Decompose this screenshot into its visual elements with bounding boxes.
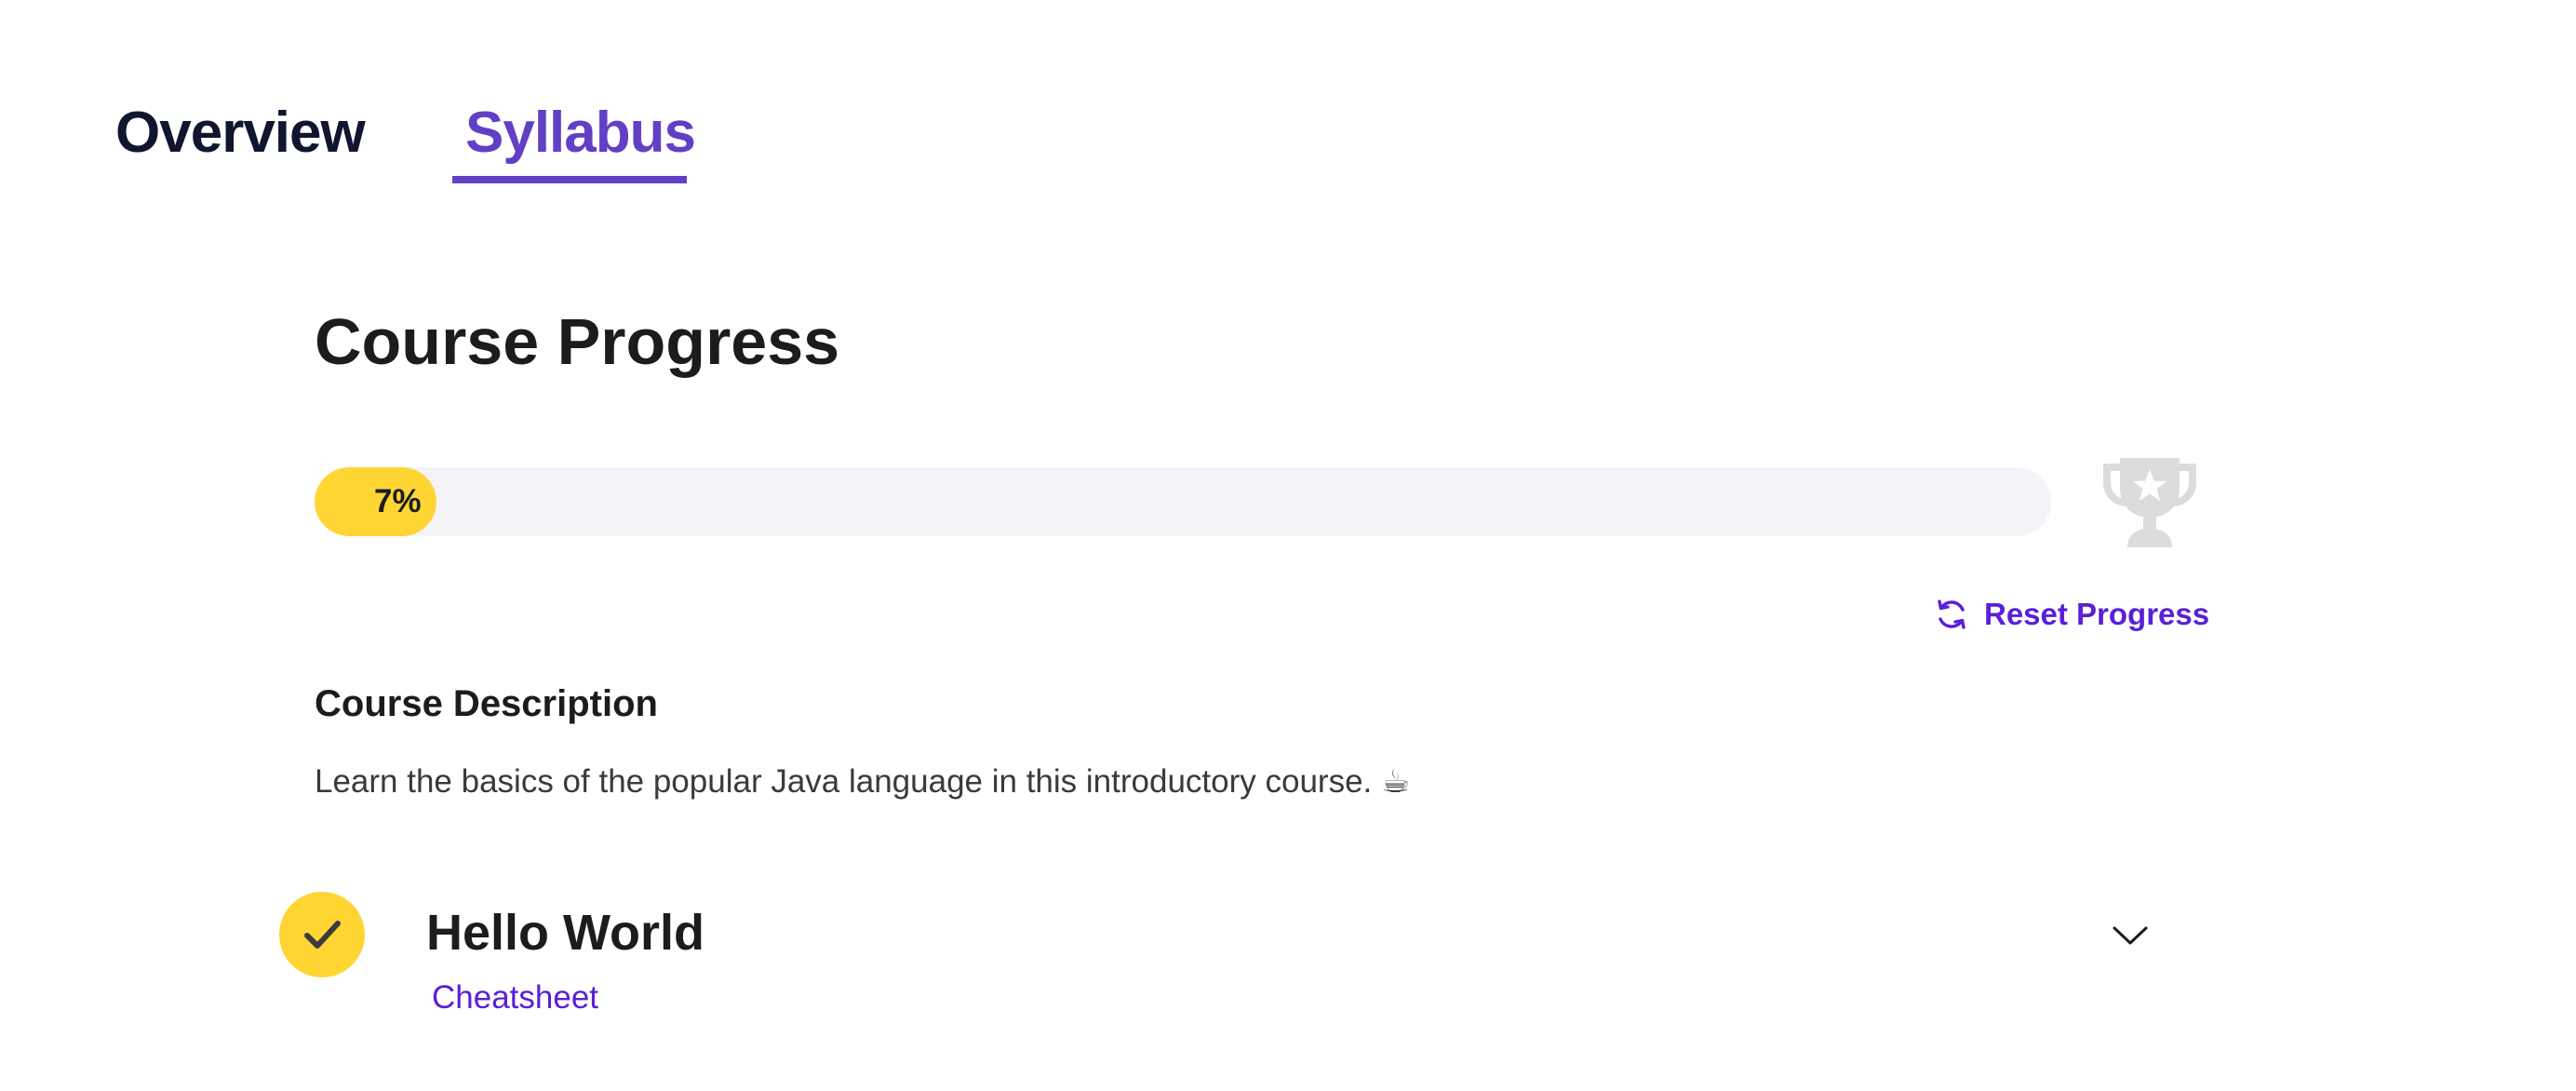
- reset-progress-label: Reset Progress: [1984, 597, 2210, 631]
- progress-bar: 7%: [315, 467, 2051, 536]
- tab-overview[interactable]: Overview: [115, 91, 366, 175]
- syllabus-page: Overview Syllabus Course Progress 7% Res…: [0, 0, 2576, 1091]
- refresh-icon: [1938, 599, 1966, 629]
- course-progress-heading: Course Progress: [315, 305, 840, 378]
- module-title[interactable]: Hello World: [426, 899, 704, 966]
- chevron-down-icon[interactable]: [2111, 916, 2150, 955]
- progress-percent-label: 7%: [374, 483, 422, 519]
- course-description-heading: Course Description: [315, 683, 658, 724]
- active-tab-indicator: [452, 176, 687, 183]
- reset-progress-button[interactable]: Reset Progress: [1934, 590, 2209, 639]
- course-description-text: Learn the basics of the popular Java lan…: [315, 763, 1411, 800]
- checkmark-icon: [304, 921, 341, 949]
- tab-syllabus[interactable]: Syllabus: [452, 91, 708, 175]
- trophy-icon: [2103, 458, 2196, 547]
- progress-bar-fill: 7%: [315, 467, 436, 536]
- cheatsheet-link[interactable]: Cheatsheet: [432, 976, 598, 1020]
- module-completed-badge: [279, 892, 365, 977]
